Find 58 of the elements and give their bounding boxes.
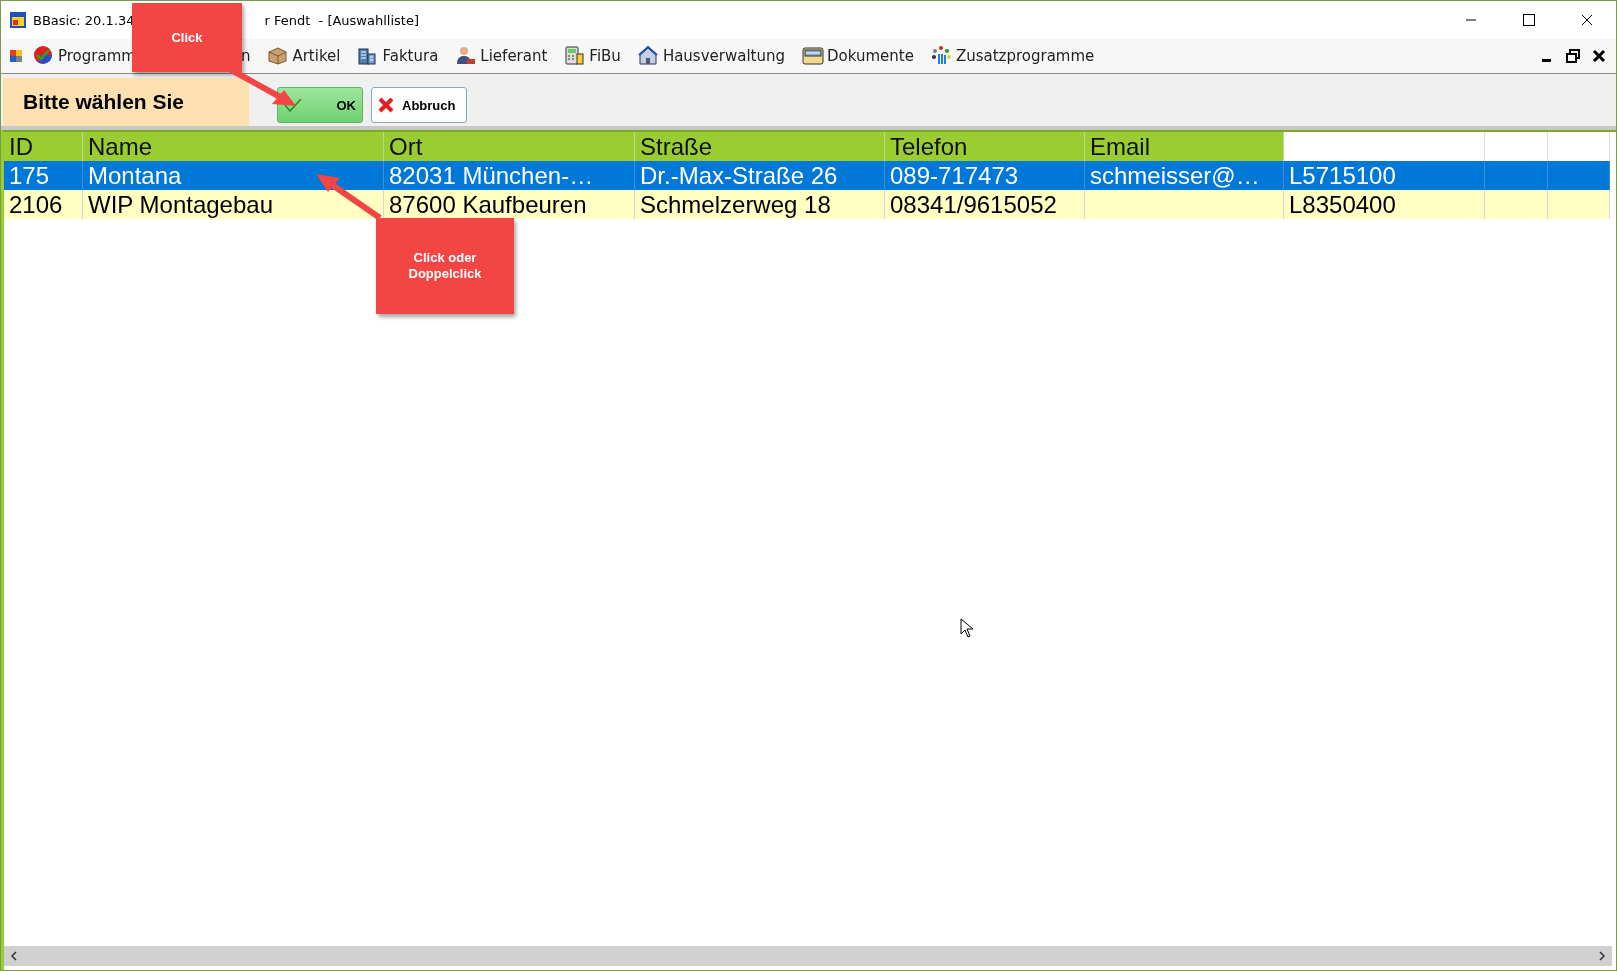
scroll-left-icon[interactable] xyxy=(10,951,18,961)
menu-item[interactable]: Faktura xyxy=(357,45,439,67)
restore-icon[interactable] xyxy=(1566,49,1580,63)
table-cell: Montana xyxy=(83,161,384,190)
cross-icon xyxy=(378,97,394,113)
ok-button[interactable]: OK xyxy=(277,87,363,123)
table-cell: 2106 xyxy=(4,190,83,219)
calculator-icon xyxy=(564,45,587,67)
table-cell: Dr.-Max-Straße 26 xyxy=(635,161,885,190)
table-cell: 08341/9615052 xyxy=(885,190,1085,219)
window-title: r Fendt - [Auswahlliste] xyxy=(264,12,419,28)
scroll-right-icon[interactable] xyxy=(1598,951,1606,961)
column-header[interactable]: Straße xyxy=(635,132,885,161)
close-icon xyxy=(1581,14,1593,26)
menu-item[interactable]: Zusatzprogramme xyxy=(930,45,1095,67)
table-cell xyxy=(1548,190,1610,219)
callout-arrow xyxy=(314,172,384,222)
menu-item[interactable]: Hausverwaltung xyxy=(637,45,785,67)
window-title: BBasic: 20.1.34 xyxy=(33,12,135,28)
tray-icon xyxy=(802,45,824,67)
callout-note: Click oder Doppelclick xyxy=(376,218,514,314)
app-icon xyxy=(9,11,27,29)
menu-item[interactable]: FiBu xyxy=(564,45,621,67)
close-icon[interactable] xyxy=(1592,49,1606,63)
maximize-icon xyxy=(1523,14,1535,26)
house-icon xyxy=(637,45,660,67)
menu-item[interactable]: Lieferant xyxy=(455,45,548,67)
table-cell: WIP Montagebau xyxy=(83,190,384,219)
person-icon xyxy=(455,45,478,67)
menu-item[interactable]: Dokumente xyxy=(802,45,914,67)
column-header[interactable]: Name xyxy=(83,132,384,161)
table-cell: schmeisser@… xyxy=(1085,161,1284,190)
box-icon xyxy=(267,45,290,67)
table-cell: 089-717473 xyxy=(885,161,1085,190)
mouse-cursor-icon xyxy=(960,618,974,638)
cancel-button[interactable]: Abbruch xyxy=(371,87,467,123)
prompt-label: Bitte wählen Sie xyxy=(3,78,249,126)
column-header[interactable]: Email xyxy=(1085,132,1284,161)
table-cell: 87600 Kaufbeuren xyxy=(384,190,635,219)
callout-note: Click xyxy=(132,3,242,72)
table-cell xyxy=(1485,190,1548,219)
menu-item[interactable]: n xyxy=(240,47,251,65)
column-header[interactable]: Telefon xyxy=(885,132,1085,161)
table-cell: 175 xyxy=(4,161,83,190)
dots-icon xyxy=(930,45,953,67)
table-cell xyxy=(1485,161,1548,190)
palette-icon xyxy=(33,45,55,67)
menu-item[interactable]: Artikel xyxy=(267,45,341,67)
table-cell: L8350400 xyxy=(1284,190,1485,219)
table-cell: Schmelzerweg 18 xyxy=(635,190,885,219)
column-header[interactable]: Ort xyxy=(384,132,635,161)
check-icon xyxy=(284,97,302,113)
horizontal-scrollbar[interactable] xyxy=(4,946,1612,966)
table-cell: 82031 München-… xyxy=(384,161,635,190)
column-header[interactable]: ID xyxy=(4,132,83,161)
table-cell xyxy=(1548,161,1610,190)
table-cell: L5715100 xyxy=(1284,161,1485,190)
system-menu-icon[interactable] xyxy=(9,49,23,63)
